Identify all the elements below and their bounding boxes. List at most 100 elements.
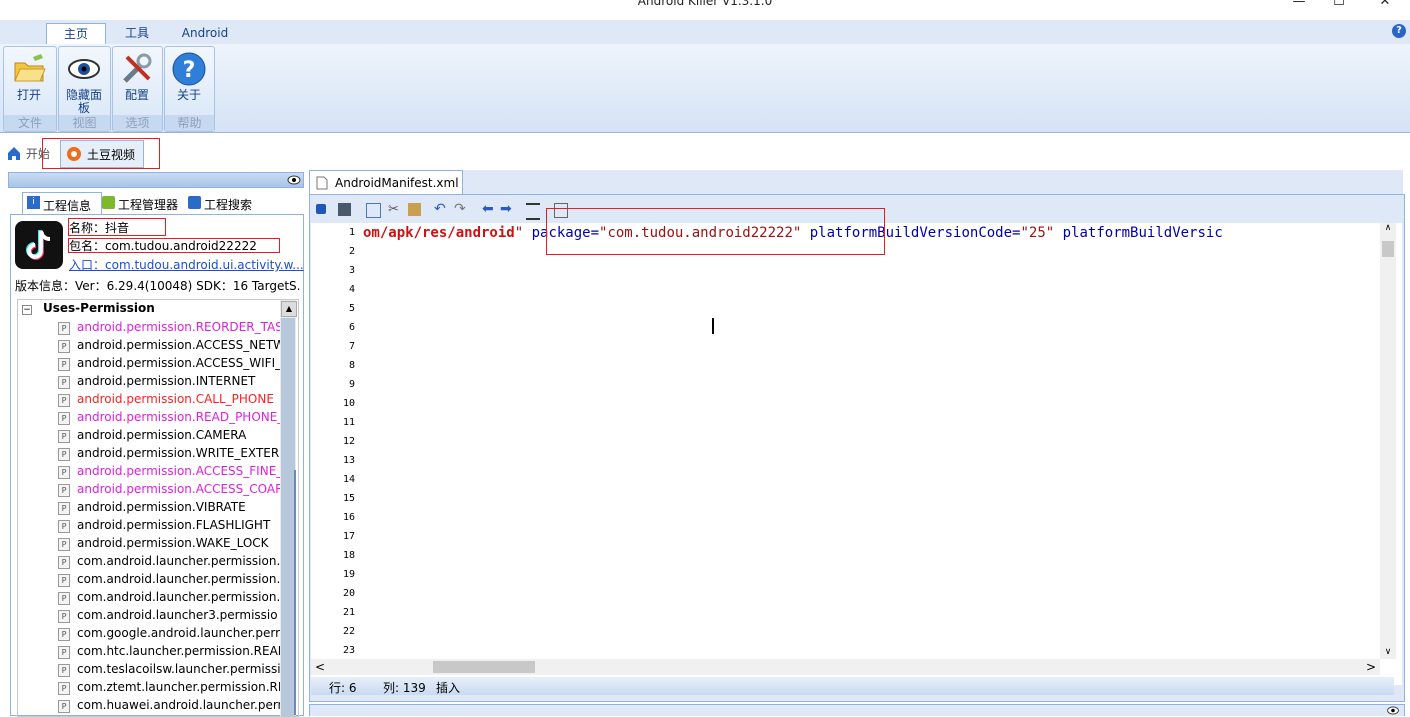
eye-toggle-icon[interactable] [1386,706,1400,715]
about-button[interactable]: ? 关于 [166,49,212,102]
paste-icon[interactable] [408,203,421,216]
cut-icon[interactable]: ✂ [388,202,399,217]
about-label: 关于 [176,88,201,102]
line-number: 23 [342,645,355,656]
eye-toggle-icon[interactable] [287,175,301,185]
permission-label: android.permission.WRITE_EXTERI [77,446,283,460]
entry-link[interactable]: 入口：com.tudou.android.ui.activity.w... [69,256,304,273]
ribbon-group-options: 配置 选项 [112,46,163,132]
line-number: 10 [342,398,355,409]
tree-root-label[interactable]: Uses-Permission [43,301,155,315]
line-number: 16 [342,512,355,523]
status-row: 行: 6 [329,681,357,695]
open-label: 打开 [16,88,41,102]
tree-scroll-thumb[interactable] [281,318,295,716]
line-number: 3 [348,265,355,276]
permission-label: android.permission.CAMERA [77,428,247,442]
app-name: 名称：抖音 [69,221,130,235]
vscroll-down-icon[interactable]: ∨ [1380,647,1396,659]
line-number: 15 [342,493,355,504]
editor-vscrollbar[interactable]: ∧ ∨ [1380,223,1396,659]
hscroll-left-icon[interactable]: < [315,660,325,674]
line-number: 11 [342,417,355,428]
maximize-button[interactable]: ☐ [1316,0,1362,14]
hscroll-right-icon[interactable]: > [1366,660,1376,674]
highlight-box [546,208,885,255]
permission-icon: P [58,358,70,371]
ribbon-tab-bar: 主页 工具 Android ? [0,20,1410,45]
tab-project-info[interactable]: i 工程信息 [22,192,102,215]
document-tabs: 开始 土豆视频 [0,138,1410,169]
redo-icon[interactable]: ↷ [454,201,466,217]
save-icon[interactable] [338,203,351,216]
line-number: 6 [348,322,355,333]
svg-text:?: ? [183,58,196,83]
hide-panel-label: 隐藏面板 [65,88,102,115]
tab-android[interactable]: Android [170,23,240,44]
permission-label: com.htc.launcher.permission.READ [77,644,288,658]
permission-label: android.permission.ACCESS_WIFI_ [77,356,282,370]
status-mode: 插入 [436,681,461,695]
code-attr-build-name: platformBuildVersic [1054,225,1223,241]
permission-icon: P [58,394,70,407]
tab-tools[interactable]: 工具 [112,23,162,44]
hscroll-thumb[interactable] [433,661,535,673]
tab-project-search[interactable]: 工程搜索 [188,194,268,214]
permission-icon: P [58,592,70,605]
permission-icon: P [58,682,70,695]
permission-icon: P [58,574,70,587]
lock-icon[interactable] [316,204,326,214]
format-icon[interactable] [526,203,540,220]
hide-panel-button[interactable]: 隐藏面板 [61,49,107,115]
line-number: 20 [342,588,355,599]
back-icon[interactable]: ⬅ [482,201,494,217]
info-icon: i [27,196,40,209]
open-button[interactable]: 打开 [6,49,52,102]
permission-icon: P [58,700,70,713]
code-quote: " [514,225,524,241]
line-number: 1 [348,227,355,238]
permission-icon: P [58,502,70,515]
permission-icon: P [58,448,70,461]
vscroll-up-icon[interactable]: ∧ [1380,223,1396,235]
permission-label: com.huawei.android.launcher.pern [77,698,286,712]
android-icon [102,196,115,209]
editor-tab-manifest[interactable]: AndroidManifest.xml [309,170,463,195]
close-button[interactable]: ✕ [1362,0,1408,14]
tab-home[interactable]: 主页 [46,23,106,45]
tab-project-manager[interactable]: 工程管理器 [102,194,186,214]
app-icon [15,221,63,269]
line-number: 5 [348,303,355,314]
undo-icon[interactable]: ↶ [434,201,446,217]
panel-header [8,172,304,188]
permission-icon: P [58,538,70,551]
forward-icon[interactable]: ➡ [500,201,512,217]
question-icon: ? [171,51,207,87]
permission-label: com.google.android.launcher.perr [77,626,281,640]
file-icon [316,176,328,190]
package-name: 包名：com.tudou.android22222 [69,239,257,253]
group-label-help: 帮助 [165,115,214,131]
permission-icon: P [58,484,70,497]
bottom-panel-header [309,704,1405,716]
permission-label: com.android.launcher3.permissio [77,608,278,622]
title-bar: Android Killer V1.3.1.0 — ☐ ✕ [0,0,1410,20]
config-button[interactable]: 配置 [114,49,160,102]
editor-frame: ✂ ↶ ↷ ⬅ ➡ 1 2 3 4 5 6 7 8 9 10 11 12 13 14 15 16 17 18 19 2… [309,194,1405,702]
splitter[interactable] [294,470,296,715]
help-icon[interactable]: ? [1392,24,1406,38]
editor-tab-label: AndroidManifest.xml [335,176,459,190]
permission-icon: P [58,322,70,335]
copy-icon[interactable] [366,203,381,218]
collapse-icon[interactable]: − [22,305,32,315]
code-editor[interactable]: 1 2 3 4 5 6 7 8 9 10 11 12 13 14 15 16 17 18 19 20 21 22 23 om… [311,208,1402,685]
scroll-up-icon[interactable]: ▲ [281,301,297,317]
editor-hscrollbar[interactable]: < > [311,659,1380,675]
permission-label: android.permission.INTERNET [77,374,256,388]
ribbon-group-help: ? 关于 帮助 [164,46,215,132]
ribbon: 打开 文件 隐藏面板 视图 配置 选项 ? 关于 帮助 [0,44,1410,133]
permission-icon: P [58,412,70,425]
tab-project-manager-label: 工程管理器 [118,198,179,212]
vscroll-thumb[interactable] [1382,241,1394,257]
permission-label: com.android.launcher.permission.I [77,572,284,586]
